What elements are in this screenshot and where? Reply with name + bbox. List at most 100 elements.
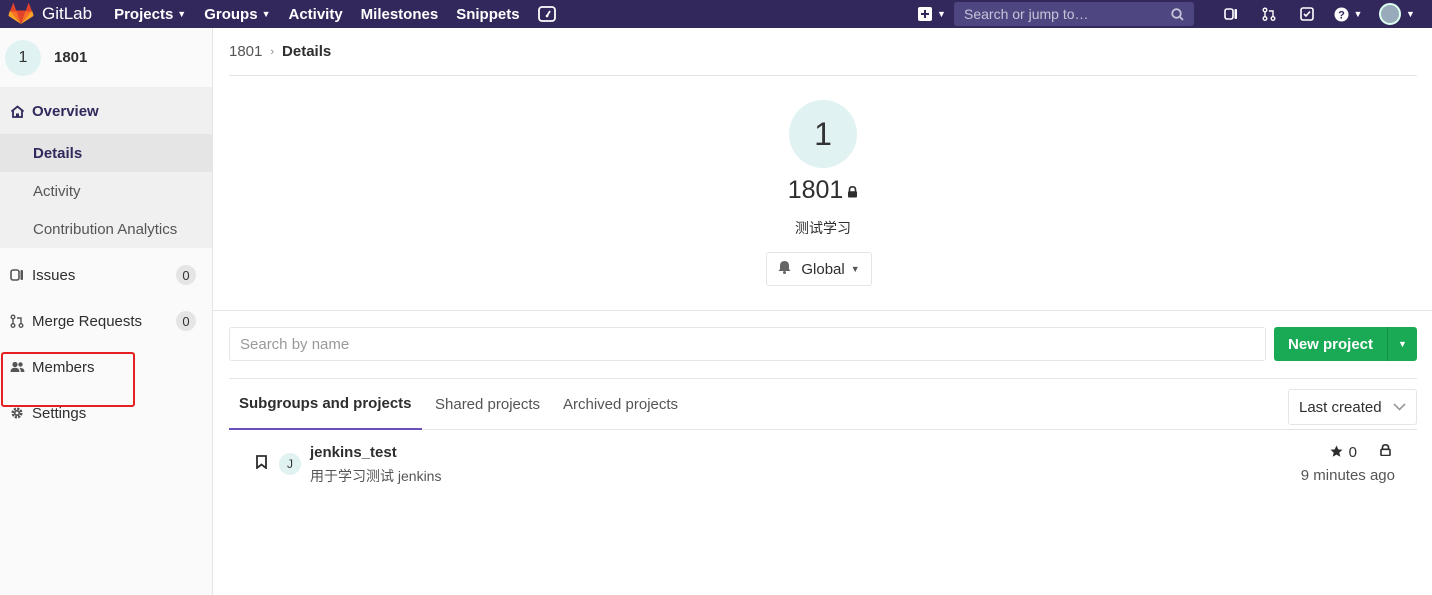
global-search-placeholder: Search or jump to… [964, 6, 1089, 22]
lock-icon [1380, 443, 1391, 459]
star-icon [1330, 445, 1343, 461]
todo-check-icon [1300, 7, 1314, 21]
gitlab-logo[interactable]: GitLab [8, 0, 114, 28]
tanuki-icon [8, 3, 34, 24]
project-filter-bar: Search by name New project ▼ [229, 327, 1417, 361]
group-header: 1 1801 测试学习 Global ▼ [229, 76, 1417, 310]
nav-projects-label: Projects [114, 5, 174, 23]
sidebar-item-settings-label: Settings [32, 404, 87, 422]
gear-icon [8, 406, 26, 420]
sidebar-item-contribution-analytics[interactable]: Contribution Analytics [0, 210, 212, 248]
nav-milestones-label: Milestones [360, 5, 439, 23]
sidebar-group-name: 1801 [54, 49, 88, 66]
new-project-button[interactable]: New project [1274, 327, 1388, 361]
filter-projects-input[interactable]: Search by name [229, 327, 1266, 361]
nav-snippets[interactable]: Snippets [456, 6, 519, 23]
tab-shared-projects[interactable]: Shared projects [435, 379, 540, 430]
main-content: 1801 › Details 1 1801 测试学习 Global ▼ [229, 28, 1417, 310]
chevron-down-icon: ▼ [1353, 9, 1363, 19]
notification-dropdown-button[interactable]: Global ▼ [766, 252, 872, 286]
chevron-down-icon: ▼ [1406, 9, 1415, 19]
group-title: 1801 [229, 176, 1417, 205]
sidebar-item-issues-label: Issues [32, 266, 76, 284]
breadcrumb: 1801 › Details [229, 28, 1417, 76]
merge-request-icon [1262, 7, 1276, 21]
project-star-count: 0 [1330, 444, 1357, 461]
bell-icon [778, 260, 791, 278]
breadcrumb-group-link[interactable]: 1801 [229, 43, 262, 60]
group-description: 测试学习 [795, 220, 851, 236]
group-avatar: 1 [5, 39, 41, 76]
group-title-text: 1801 [787, 176, 844, 204]
new-project-split-button: New project ▼ [1274, 327, 1417, 361]
app-name: GitLab [42, 4, 93, 23]
sidebar-item-merge-requests[interactable]: Merge Requests 0 [0, 298, 212, 344]
issues-icon [1224, 8, 1237, 20]
nav-milestones[interactable]: Milestones [361, 6, 439, 23]
caret-down-icon: ▼ [850, 264, 860, 274]
lock-icon [847, 185, 858, 201]
sidebar-item-members[interactable]: Members [0, 344, 212, 390]
chevron-down-icon: ▼ [261, 9, 271, 19]
chevron-right-icon: › [270, 45, 275, 58]
merge-requests-shortcut-button[interactable] [1250, 7, 1288, 21]
nav-activity[interactable]: Activity [288, 6, 342, 23]
sidebar-item-details[interactable]: Details [0, 134, 212, 172]
sort-dropdown[interactable]: Last created [1288, 389, 1417, 425]
user-avatar [1379, 3, 1402, 25]
users-icon [8, 361, 26, 373]
global-search-input[interactable]: Search or jump to… [954, 2, 1194, 26]
plus-square-icon [918, 7, 933, 21]
tab-subgroups-and-projects[interactable]: Subgroups and projects [229, 379, 422, 430]
header-divider [213, 310, 1432, 311]
breadcrumb-current: Details [282, 43, 332, 60]
home-icon [8, 104, 26, 118]
sidebar-overview-section: Overview Details Activity Contribution A… [0, 88, 212, 248]
list-item[interactable]: J jenkins_test 用于学习测试 jenkins 0 9 minute… [229, 431, 1417, 493]
issues-count-badge: 0 [176, 265, 196, 285]
group-sidebar: 1 1801 Overview Details Activity Contrib… [0, 28, 213, 595]
sidebar-group-header[interactable]: 1 1801 [0, 28, 212, 88]
nav-groups[interactable]: Groups ▼ [204, 6, 270, 23]
project-description: 用于学习测试 jenkins [310, 468, 442, 484]
question-circle-icon: ? [1334, 7, 1349, 21]
user-menu-button[interactable]: ▼ [1370, 3, 1424, 25]
sidebar-item-issues[interactable]: Issues 0 [0, 252, 212, 298]
top-navbar: GitLab Projects ▼ Groups ▼ Activity Milest… [0, 0, 1432, 28]
sidebar-item-merge-requests-label: Merge Requests [32, 312, 143, 330]
issues-icon [8, 268, 26, 282]
help-dropdown-button[interactable]: ? ▼ [1326, 7, 1370, 22]
merge-requests-count-badge: 0 [176, 311, 196, 331]
project-updated-time: 9 minutes ago [1300, 467, 1395, 484]
performance-dashboard-icon[interactable] [537, 6, 556, 22]
issues-shortcut-button[interactable] [1212, 7, 1250, 21]
tab-archived-projects[interactable]: Archived projects [563, 379, 678, 430]
todos-shortcut-button[interactable] [1288, 7, 1326, 21]
project-tabs: Subgroups and projects Shared projects A… [229, 378, 1417, 430]
chevron-down-icon: ▼ [937, 9, 946, 19]
new-dropdown-button[interactable]: ▼ [910, 7, 954, 21]
new-project-dropdown-toggle[interactable]: ▼ [1388, 327, 1417, 361]
sort-dropdown-label: Last created [1299, 398, 1382, 416]
search-icon [1171, 7, 1184, 21]
nav-activity-label: Activity [288, 5, 343, 23]
caret-down-icon: ▼ [1398, 339, 1407, 349]
svg-text:?: ? [1338, 9, 1345, 21]
sidebar-item-activity[interactable]: Activity [0, 172, 212, 210]
project-avatar: J [279, 453, 301, 475]
group-avatar-large: 1 [789, 100, 857, 168]
chevron-down-icon: ▼ [177, 9, 187, 19]
nav-projects[interactable]: Projects ▼ [114, 6, 186, 23]
merge-request-icon [8, 314, 26, 328]
chevron-down-icon [1393, 400, 1406, 414]
nav-snippets-label: Snippets [456, 5, 520, 23]
notification-level-label: Global [801, 260, 845, 278]
sidebar-item-members-label: Members [32, 358, 95, 376]
sidebar-item-overview[interactable]: Overview [0, 88, 212, 134]
project-name-link[interactable]: jenkins_test [310, 444, 397, 461]
bookmark-icon [256, 455, 267, 474]
star-count-value: 0 [1348, 444, 1357, 461]
sidebar-item-settings[interactable]: Settings [0, 390, 212, 436]
nav-groups-label: Groups [204, 5, 258, 23]
sidebar-item-overview-label: Overview [32, 102, 99, 120]
